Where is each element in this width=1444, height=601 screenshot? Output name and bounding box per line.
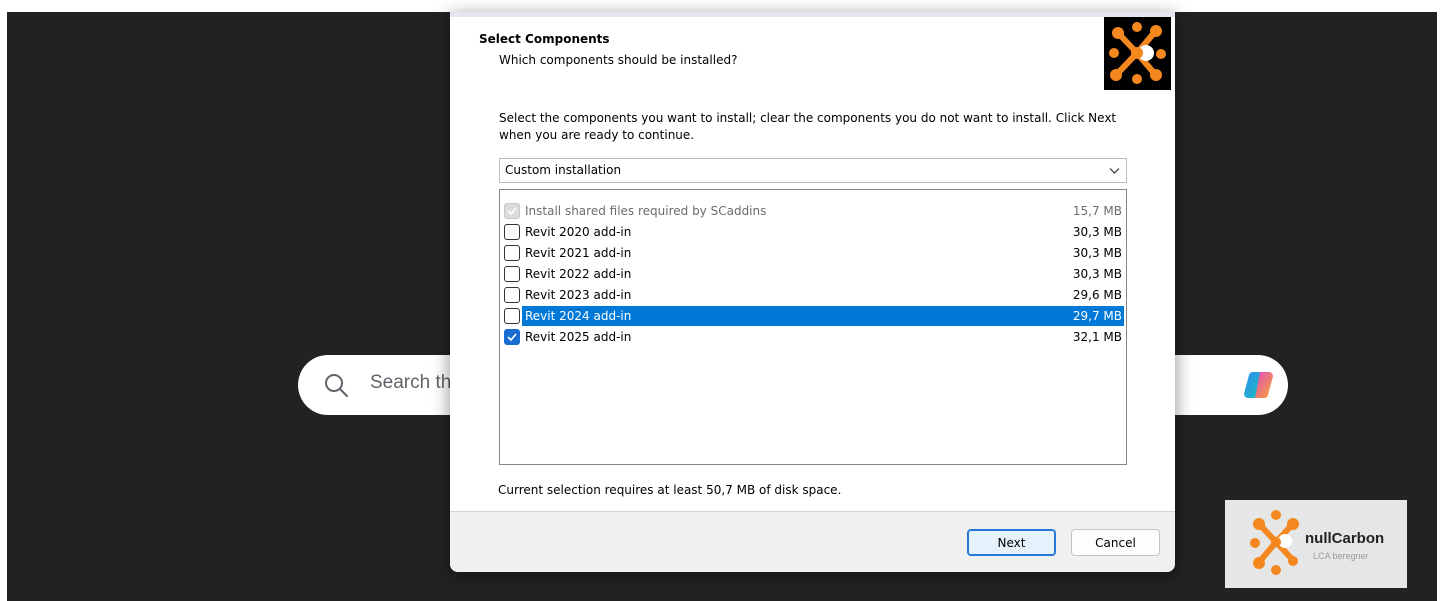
component-checkbox bbox=[504, 203, 520, 219]
component-name: Revit 2020 add-in bbox=[525, 225, 632, 239]
component-label-area[interactable]: Revit 2020 add-in 30,3 MB bbox=[522, 222, 1124, 242]
chevron-down-icon bbox=[1109, 168, 1120, 174]
component-checkbox[interactable] bbox=[504, 287, 520, 303]
component-size: 30,3 MB bbox=[1072, 246, 1122, 260]
component-name: Revit 2022 add-in bbox=[525, 267, 632, 281]
badge-title: nullCarbon bbox=[1305, 530, 1385, 547]
checkmark-icon bbox=[507, 207, 517, 215]
dialog-top-strip bbox=[450, 12, 1175, 17]
component-row[interactable]: Revit 2021 add-in 30,3 MB bbox=[502, 243, 1124, 263]
installation-type-value: Custom installation bbox=[505, 163, 622, 177]
installation-type-select[interactable]: Custom installation bbox=[499, 158, 1127, 183]
component-row[interactable]: Revit 2024 add-in 29,7 MB bbox=[502, 306, 1124, 326]
component-name: Install shared files required by SCaddin… bbox=[525, 204, 767, 218]
component-size: 30,3 MB bbox=[1072, 267, 1122, 281]
components-list[interactable]: Install shared files required by SCaddin… bbox=[499, 189, 1127, 465]
disk-space-requirement: Current selection requires at least 50,7… bbox=[498, 483, 842, 497]
component-size: 32,1 MB bbox=[1072, 330, 1122, 344]
page-title: Select Components bbox=[479, 32, 610, 46]
component-checkbox[interactable] bbox=[504, 266, 520, 282]
setup-dialog: Select Components Which components shoul… bbox=[450, 12, 1175, 572]
component-size: 30,3 MB bbox=[1072, 225, 1122, 239]
component-label-area[interactable]: Revit 2023 add-in 29,6 MB bbox=[522, 285, 1124, 305]
component-label-area[interactable]: Revit 2024 add-in 29,7 MB bbox=[522, 306, 1124, 326]
cancel-button[interactable]: Cancel bbox=[1071, 529, 1160, 556]
component-label-area[interactable]: Revit 2021 add-in 30,3 MB bbox=[522, 243, 1124, 263]
component-label-area[interactable]: Install shared files required by SCaddin… bbox=[522, 201, 1124, 221]
component-row[interactable]: Revit 2025 add-in 32,1 MB bbox=[502, 327, 1124, 347]
component-row[interactable]: Revit 2022 add-in 30,3 MB bbox=[502, 264, 1124, 284]
component-checkbox[interactable] bbox=[504, 308, 520, 324]
component-name: Revit 2023 add-in bbox=[525, 288, 632, 302]
badge-subtitle: LCA beregner bbox=[1313, 551, 1369, 561]
component-name: Revit 2025 add-in bbox=[525, 330, 632, 344]
next-button[interactable]: Next bbox=[967, 529, 1056, 556]
component-row[interactable]: Install shared files required by SCaddin… bbox=[502, 201, 1124, 221]
component-checkbox[interactable] bbox=[504, 224, 520, 240]
checkmark-icon bbox=[507, 333, 517, 341]
component-row[interactable]: Revit 2023 add-in 29,6 MB bbox=[502, 285, 1124, 305]
component-size: 29,7 MB bbox=[1072, 309, 1122, 323]
nullcarbon-logo-icon bbox=[1250, 510, 1299, 575]
copilot-icon[interactable] bbox=[1244, 369, 1278, 401]
component-name: Revit 2021 add-in bbox=[525, 246, 632, 260]
component-checkbox[interactable] bbox=[504, 245, 520, 261]
instruction-text: Select the components you want to instal… bbox=[499, 111, 1117, 142]
molecule-logo-icon bbox=[1109, 22, 1166, 84]
component-row[interactable]: Revit 2020 add-in 30,3 MB bbox=[502, 222, 1124, 242]
component-label-area[interactable]: Revit 2025 add-in 32,1 MB bbox=[522, 327, 1124, 347]
component-size: 29,6 MB bbox=[1072, 288, 1122, 302]
dialog-footer: Next Cancel bbox=[450, 511, 1175, 572]
nullcarbon-badge: nullCarbon LCA beregner bbox=[1225, 500, 1407, 588]
page-subtitle: Which components should be installed? bbox=[499, 53, 738, 67]
component-name: Revit 2024 add-in bbox=[525, 309, 632, 323]
component-checkbox[interactable] bbox=[504, 329, 520, 345]
component-size: 15,7 MB bbox=[1072, 204, 1122, 218]
search-icon bbox=[325, 374, 348, 397]
component-label-area[interactable]: Revit 2022 add-in 30,3 MB bbox=[522, 264, 1124, 284]
installer-logo bbox=[1104, 17, 1171, 90]
search-input-text[interactable]: Search th bbox=[370, 372, 451, 394]
